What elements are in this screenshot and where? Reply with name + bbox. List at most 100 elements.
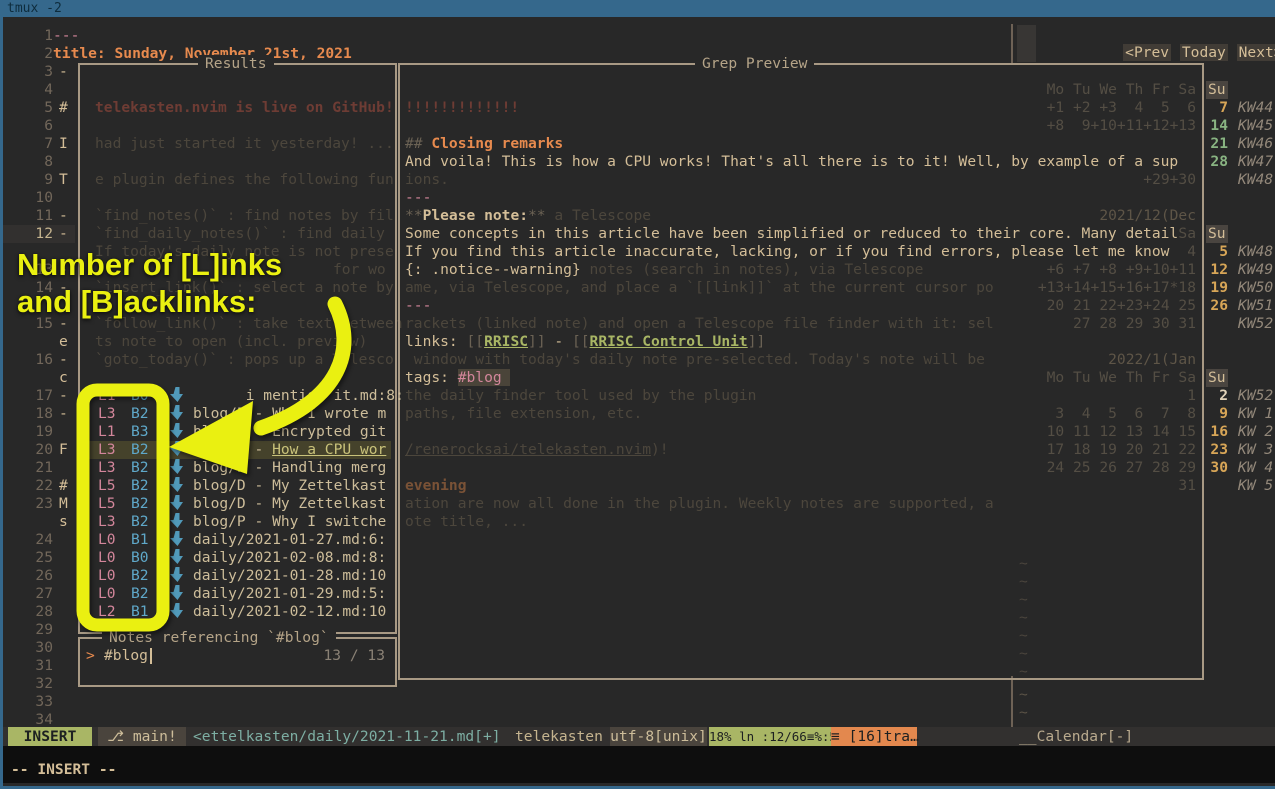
links-count: L3 [98,459,116,477]
preview-text-segment: #blog [458,369,511,386]
results-row[interactable]: L1B0 i mention it.md:8: [80,387,391,405]
calendar-today-button[interactable]: Today [1180,44,1228,61]
results-row[interactable]: L3B2blog/P - How a CPU wor [80,441,391,459]
preview-text-segment: ]] [528,333,546,350]
search-input[interactable]: #blog [104,647,148,665]
preview-text-segment: window with today's daily note pre-selec… [405,351,985,368]
links-count: L0 [98,549,116,567]
tmux-session-label: tmux -2 [7,1,62,16]
markdown-note-icon [170,603,183,618]
calendar-sunday-day[interactable]: 23 [1210,441,1228,459]
results-row[interactable]: L0B0daily/2021-02-08.md:8: [80,549,391,567]
calendar-sunday-day[interactable]: 16 [1210,423,1228,441]
calendar-sunday-day[interactable]: 19 [1210,279,1228,297]
preview-text-segment: ation are now all done in the plugin. We… [405,495,994,512]
result-label: blog/D - My Zettelkast [193,495,386,513]
links-count: L3 [98,441,116,459]
calendar-sunday-day[interactable]: 7 [1219,99,1228,117]
markdown-note-icon [170,441,183,456]
results-row[interactable]: L5B2blog/D - My Zettelkast [80,495,391,513]
preview-line: rackets (linked note) and open a Telesco… [405,315,994,333]
result-label: blog/P - Why I wrote m [193,405,386,423]
buffer-line-1: --- [53,27,79,45]
diagnostics-segment[interactable]: ≡ [16]tra… [831,727,917,746]
empty-line-tilde: ~ [1019,591,1028,609]
line-number: 3 [11,63,53,81]
calendar-sunday-day[interactable]: 26 [1210,297,1228,315]
mode-indicator: INSERT [8,727,92,746]
note-icon-wrap [170,549,183,567]
calendar-sunday-header: Su [1206,225,1228,243]
result-label: blog/P - Why I switche [193,513,386,531]
results-row[interactable]: L0B2daily/2021-01-29.md:5: [80,585,391,603]
results-row[interactable]: L2B1daily/2021-02-12.md:10 [80,603,391,621]
results-row[interactable]: L3B2blog/P - Handling merg [80,459,391,477]
window-separator[interactable] [1011,24,1013,63]
results-row[interactable]: L0B1daily/2021-01-27.md:6: [80,531,391,549]
preview-line: ions. [405,171,449,189]
backlinks-count: B2 [131,405,149,423]
buffer-text-fragment: - [59,387,68,405]
line-number: 11 [11,207,53,225]
calendar-week-days: 17 18 19 20 21 22 [1047,441,1196,459]
links-count: L2 [98,603,116,621]
calendar-week-number: KW 1 [1238,405,1273,423]
calendar-week-number: KW48 [1238,243,1273,261]
line-number: 27 [11,585,53,603]
line-number [11,333,53,351]
line-number: 1 [11,27,53,45]
backlinks-count: B1 [131,603,149,621]
empty-line-tilde: ~ [1019,663,1028,681]
preview-text-segment: rackets (linked note) and open a Telesco… [405,315,994,332]
calendar-week-days: 27 28 29 30 31 [1064,315,1196,333]
buffer-text-fragment: - [59,207,68,225]
markdown-note-icon [170,567,183,582]
buffer-text-fragment: - [59,225,68,243]
results-row[interactable]: L3B2blog/P - Why I switche [80,513,391,531]
line-number: 24 [11,531,53,549]
git-branch-segment[interactable]: ⎇ main! [98,727,186,746]
line-number: 28 [11,603,53,621]
results-row[interactable]: L1B3blog/P - Encrypted git [80,423,391,441]
preview-text-segment: )! [651,441,669,458]
file-path-segment[interactable]: <ettelkasten/daily/2021-11-21.md[+] [193,727,501,746]
results-row[interactable]: L0B2daily/2021-01-28.md:10 [80,567,391,585]
line-number: 18 [11,405,53,423]
preview-text-segment: --- [405,297,431,314]
empty-line-tilde: ~ [1019,555,1028,573]
calendar-week-number: KW50 [1238,279,1273,297]
preview-line: --- [405,297,431,315]
calendar-sunday-day[interactable]: 14 [1210,117,1228,135]
calendar-sunday-day[interactable]: 9 [1219,405,1228,423]
calendar-sunday-day[interactable]: 12 [1210,261,1228,279]
window-separator[interactable] [1011,676,1013,727]
result-label: daily/2021-01-29.md:5: [193,585,386,603]
preview-line: !!!!!!!!!!!!! [405,99,519,117]
calendar-week-number: KW52 [1238,315,1273,333]
line-number: 30 [11,639,53,657]
preview-line: ame, via Telescope, and place a `[[link]… [405,279,994,297]
results-row[interactable]: L3B2blog/P - Why I wrote m [80,405,391,423]
backlinks-count: B0 [131,549,149,567]
calendar-sunday-header: Su [1206,81,1228,99]
calendar-prev-button[interactable]: <Prev [1123,44,1171,61]
line-number: 12 [11,225,53,243]
result-counter: 13 / 13 [323,647,385,665]
calendar-weekday-header: Mo Tu We Th Fr Sa [1047,81,1196,99]
empty-line-tilde: ~ [1019,645,1028,663]
results-row[interactable]: L5B2blog/D - My Zettelkast [80,477,391,495]
calendar-next-button[interactable]: Next> [1237,44,1275,61]
calendar-sunday-day[interactable]: 28 [1210,153,1228,171]
backlinks-count: B0 [131,387,149,405]
backlinks-count: B2 [131,513,149,531]
calendar-sunday-day[interactable]: 30 [1210,459,1228,477]
line-number: 19 [11,423,53,441]
prompt-title: Notes referencing `#blog` [102,629,336,647]
result-match-text: How a CPU wor [272,441,386,458]
empty-line-tilde: ~ [1019,573,1028,591]
calendar-sunday-day[interactable]: 5 [1219,243,1228,261]
preview-line: /renerocksai/telekasten.nvim)! [405,441,669,459]
calendar-sunday-day[interactable]: 2 [1219,387,1228,405]
note-icon-wrap [170,405,183,423]
calendar-sunday-day[interactable]: 21 [1210,135,1228,153]
